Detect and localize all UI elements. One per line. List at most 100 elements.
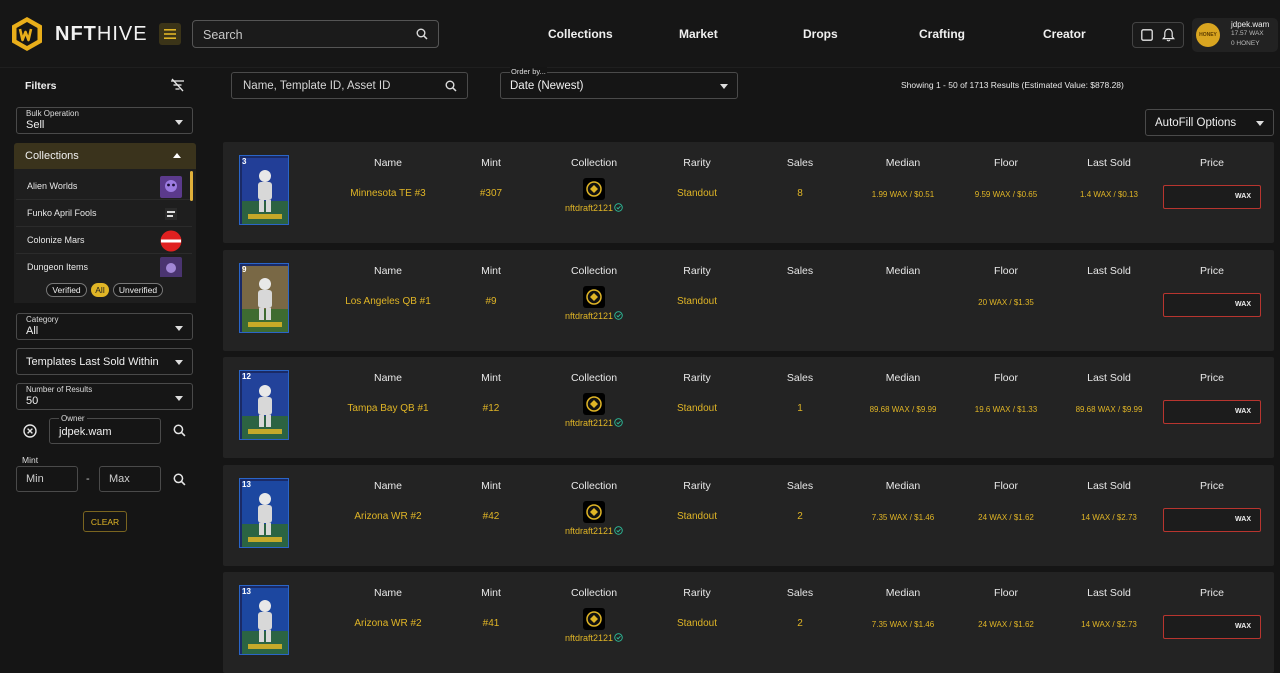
hamburger-menu-button[interactable] <box>159 23 181 45</box>
collection-name-text: nftdraft2121 <box>564 311 614 321</box>
nftdraft-collection-icon[interactable] <box>583 286 605 308</box>
user-menu[interactable]: HONEY jdpek.wam 17.57 WAX 0 HONEY <box>1192 18 1278 52</box>
cell-floor: 24 WAX / $1.62 <box>978 620 1034 629</box>
collection-name[interactable]: nftdraft2121 <box>544 311 644 321</box>
price-input[interactable]: WAX <box>1163 400 1261 424</box>
number-of-results-select[interactable]: Number of Results 50 <box>16 383 193 410</box>
card-number: 9 <box>242 265 247 274</box>
category-select[interactable]: Category All <box>16 313 193 340</box>
column-header-rarity: Rarity <box>683 265 711 277</box>
search-icon[interactable] <box>173 473 186 486</box>
collection-item-alien-worlds[interactable]: Alien Worlds <box>16 173 192 200</box>
cell-median: 1.99 WAX / $0.51 <box>871 190 935 199</box>
mint-max-input[interactable] <box>100 467 160 491</box>
cell-name[interactable]: Los Angeles QB #1 <box>338 296 438 307</box>
nftdraft-collection-icon[interactable] <box>583 178 605 200</box>
price-input[interactable]: WAX <box>1163 615 1261 639</box>
nftdraft-collection-icon[interactable] <box>583 501 605 523</box>
collection-name-text: nftdraft2121 <box>564 418 614 428</box>
all-pill[interactable]: All <box>91 283 109 297</box>
nav-creator[interactable]: Creator <box>1043 27 1086 41</box>
unverified-pill[interactable]: Unverified <box>113 283 163 297</box>
chevron-down-icon <box>175 396 183 401</box>
cell-median: 89.68 WAX / $9.99 <box>869 405 937 414</box>
verified-check-icon <box>614 633 623 642</box>
search-icon[interactable] <box>416 28 428 40</box>
cell-name[interactable]: Arizona WR #2 <box>338 511 438 522</box>
order-by-select[interactable]: Order by... Date (Newest) <box>500 67 738 99</box>
asset-card-image[interactable] <box>239 155 289 225</box>
cell-name[interactable]: Minnesota TE #3 <box>338 188 438 199</box>
asset-search-input[interactable] <box>241 78 441 94</box>
cell-floor: 19.6 WAX / $1.33 <box>974 405 1038 414</box>
currency-label: WAX <box>1235 623 1251 630</box>
card-number: 13 <box>242 587 251 596</box>
nav-drops[interactable]: Drops <box>803 27 838 41</box>
currency-label: WAX <box>1235 408 1251 415</box>
column-header-mint: Mint <box>481 372 501 384</box>
search-icon[interactable] <box>173 424 186 437</box>
nav-market[interactable]: Market <box>679 27 718 41</box>
order-by-value: Date (Newest) <box>510 80 584 92</box>
column-header-median: Median <box>885 265 921 277</box>
clear-filters-button[interactable]: CLEAR <box>83 511 127 532</box>
mint-min-field[interactable] <box>16 466 78 492</box>
search-icon[interactable] <box>445 80 457 92</box>
mint-max-field[interactable] <box>99 466 161 492</box>
clear-owner-icon[interactable] <box>23 424 37 438</box>
cell-sales: 2 <box>797 511 803 522</box>
category-label: Category <box>26 315 59 324</box>
chevron-up-icon <box>173 153 181 158</box>
collections-scrollbar[interactable] <box>190 171 193 201</box>
bulk-operation-label: Bulk Operation <box>26 109 79 118</box>
asset-card-image[interactable] <box>239 263 289 333</box>
collection-item-funko[interactable]: Funko April Fools <box>16 200 192 227</box>
bulk-operation-select[interactable]: Bulk Operation Sell <box>16 107 193 134</box>
collection-item-colonize-mars[interactable]: Colonize Mars <box>16 227 192 254</box>
top-search-input[interactable] <box>201 26 401 44</box>
autofill-options-select[interactable]: AutoFill Options <box>1145 109 1274 136</box>
price-input[interactable]: WAX <box>1163 508 1261 532</box>
column-header-name: Name <box>373 480 402 492</box>
collection-name[interactable]: nftdraft2121 <box>544 526 644 536</box>
price-input[interactable]: WAX <box>1163 293 1261 317</box>
collections-header[interactable]: Collections <box>14 143 196 169</box>
cell-name[interactable]: Arizona WR #2 <box>338 618 438 629</box>
column-header-floor: Floor <box>994 480 1018 492</box>
templates-last-sold-select[interactable]: Templates Last Sold Within <box>16 348 193 375</box>
column-header-floor: Floor <box>994 587 1018 599</box>
column-header-name: Name <box>373 265 402 277</box>
table-row[interactable]: 13 Name Arizona WR #2 Mint #41 Collection nftd… <box>223 572 1274 673</box>
logo-text[interactable]: NFTHIVE <box>55 23 148 46</box>
verified-pill[interactable]: Verified <box>46 283 87 297</box>
cell-last-sold: 1.4 WAX / $0.13 <box>1080 190 1138 199</box>
table-row[interactable]: 3 Name Minnesota TE #3 Mint #307 Collection nf… <box>223 142 1274 243</box>
owner-field[interactable]: Owner jdpek.wam <box>49 414 161 444</box>
chevron-down-icon <box>175 360 183 365</box>
collection-name[interactable]: nftdraft2121 <box>544 203 644 213</box>
nftdraft-collection-icon[interactable] <box>583 608 605 630</box>
nftdraft-collection-icon[interactable] <box>583 393 605 415</box>
nav-collections[interactable]: Collections <box>548 27 613 41</box>
table-row[interactable]: 13 Name Arizona WR #2 Mint #42 Collection nftd… <box>223 465 1274 566</box>
column-header-last-sold: Last Sold <box>1087 157 1131 169</box>
hamburger-icon <box>164 29 176 39</box>
window-icon[interactable] <box>1141 29 1153 41</box>
dungeon-items-icon <box>160 257 182 279</box>
autofill-options-value: AutoFill Options <box>1155 117 1237 129</box>
filter-off-icon[interactable] <box>170 78 185 92</box>
mint-min-input[interactable] <box>17 467 77 491</box>
nav-crafting[interactable]: Crafting <box>919 27 965 41</box>
nfthive-logo-icon[interactable] <box>10 16 44 52</box>
collection-name[interactable]: nftdraft2121 <box>544 633 644 643</box>
table-row[interactable]: 12 Name Tampa Bay QB #1 Mint #12 Collection nf… <box>223 357 1274 458</box>
column-header-last-sold: Last Sold <box>1087 480 1131 492</box>
bell-icon[interactable] <box>1162 28 1175 42</box>
price-input[interactable]: WAX <box>1163 185 1261 209</box>
collection-name[interactable]: nftdraft2121 <box>544 418 644 428</box>
verification-filter: Verified All Unverified <box>14 277 196 303</box>
cell-rarity: Standout <box>676 188 718 199</box>
table-row[interactable]: 9 Name Los Angeles QB #1 Mint #9 Collection nf… <box>223 250 1274 351</box>
column-header-collection: Collection <box>570 372 618 384</box>
cell-name[interactable]: Tampa Bay QB #1 <box>338 403 438 414</box>
